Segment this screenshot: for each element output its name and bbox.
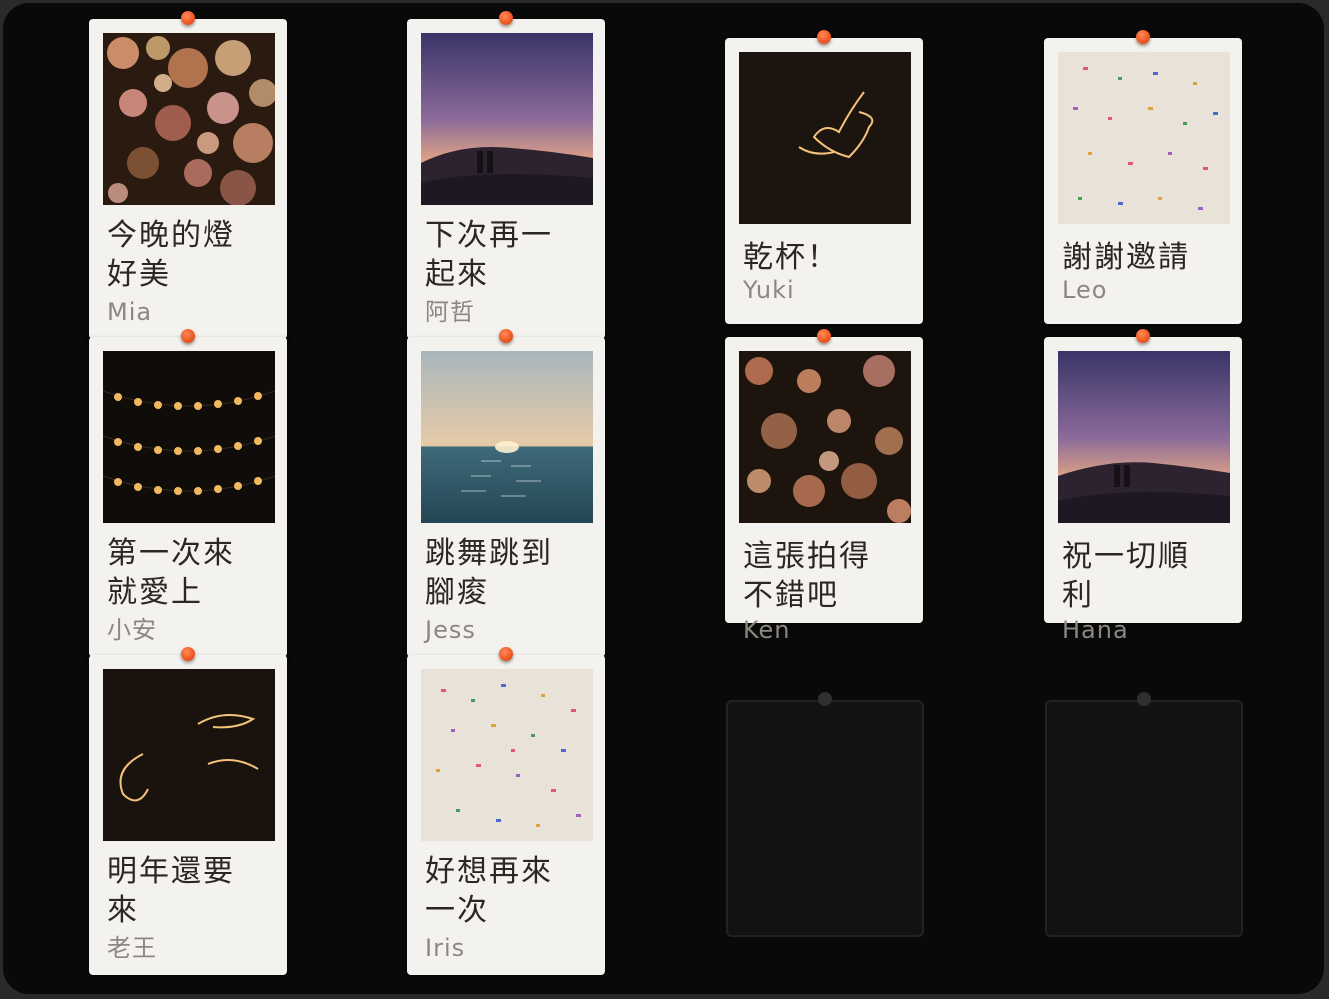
pushpin-icon (817, 30, 831, 44)
card-message: 第一次來 就愛上 (107, 536, 235, 610)
card-message: 好想再來 一次 (425, 854, 553, 928)
empty-pushpin-icon (1137, 692, 1151, 706)
empty-card-slot[interactable] (726, 692, 924, 937)
sparkler-trail-icon (103, 669, 275, 841)
card-author: Ken (743, 616, 791, 644)
card-author: Hana (1062, 616, 1129, 644)
card-message: 跳舞跳到 腳痠 (425, 536, 553, 610)
pushpin-icon (181, 329, 195, 343)
pushpin-icon (1136, 30, 1150, 44)
sunset-hills-couple-icon (1058, 351, 1230, 523)
string-lights-icon (103, 351, 275, 523)
card-author: Yuki (743, 276, 795, 304)
card-message: 這張拍得 不錯吧 (743, 539, 871, 613)
photo-card[interactable]: 乾杯！ Yuki (725, 30, 923, 324)
sea-sunset-icon (421, 351, 593, 523)
card-author: Iris (425, 934, 466, 962)
card-author: 阿哲 (425, 298, 475, 326)
photo-card[interactable]: 下次再一 起來 阿哲 (407, 11, 605, 339)
pushpin-icon (817, 329, 831, 343)
card-author: 小安 (107, 616, 157, 644)
card-author: Mia (107, 298, 153, 326)
card-author: Jess (425, 616, 476, 644)
confetti-icon (1058, 52, 1230, 224)
pushpin-icon (181, 11, 195, 25)
sunset-hills-couple-icon (421, 33, 593, 205)
sparkler-heart-icon (739, 52, 911, 224)
card-message: 祝一切順 利 (1062, 539, 1190, 613)
bokeh-warm-icon (103, 33, 275, 205)
guestbook-board: 今晚的燈 好美 Mia 第一次來 就愛上 小安 明年還要 來 老王 下次再一 起… (3, 3, 1324, 994)
card-author: Leo (1062, 276, 1108, 304)
card-author: 老王 (107, 934, 157, 962)
card-message: 下次再一 起來 (425, 218, 553, 292)
bokeh-dark-icon (739, 351, 911, 523)
photo-card[interactable]: 今晚的燈 好美 Mia (89, 11, 287, 339)
pushpin-icon (181, 647, 195, 661)
photo-card[interactable]: 祝一切順 利 Hana (1044, 329, 1242, 644)
photo-card[interactable]: 這張拍得 不錯吧 Ken (725, 329, 923, 644)
pushpin-icon (499, 11, 513, 25)
photo-card[interactable]: 好想再來 一次 Iris (407, 647, 605, 975)
card-message: 乾杯！ (743, 240, 839, 275)
pushpin-icon (499, 647, 513, 661)
photo-card[interactable]: 跳舞跳到 腳痠 Jess (407, 329, 605, 657)
photo-card[interactable]: 謝謝邀請 Leo (1044, 30, 1242, 324)
card-message: 明年還要 來 (107, 854, 235, 928)
photo-card[interactable]: 第一次來 就愛上 小安 (89, 329, 287, 657)
card-message: 謝謝邀請 (1062, 240, 1190, 275)
empty-card-slot[interactable] (1045, 692, 1243, 937)
card-message: 今晚的燈 好美 (107, 218, 235, 292)
photo-card[interactable]: 明年還要 來 老王 (89, 647, 287, 975)
pushpin-icon (1136, 329, 1150, 343)
pushpin-icon (499, 329, 513, 343)
confetti-icon (421, 669, 593, 841)
empty-pushpin-icon (818, 692, 832, 706)
